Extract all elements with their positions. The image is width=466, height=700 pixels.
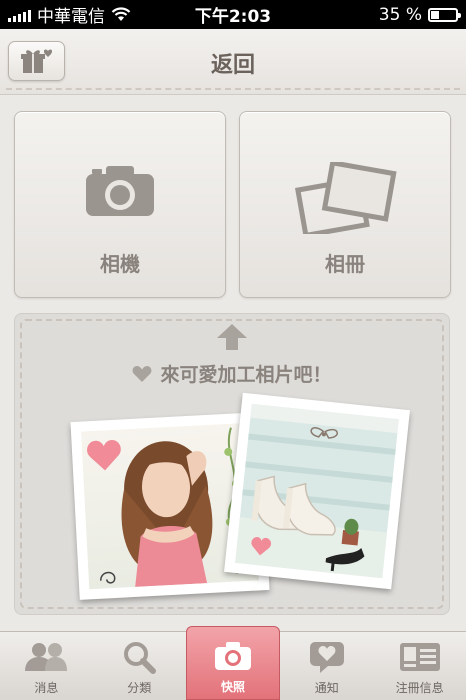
search-icon (122, 639, 157, 675)
up-arrow-icon (217, 324, 247, 350)
camera-label: 相機 (100, 252, 140, 276)
tab-messages[interactable]: 消息 (0, 632, 93, 700)
promo-panel: 來可愛加工相片吧！ (14, 313, 450, 615)
promo-heading: 來可愛加工相片吧！ (15, 360, 449, 387)
signal-icon (8, 8, 31, 22)
wifi-icon (111, 7, 131, 21)
tab-categories[interactable]: 分類 (93, 632, 186, 700)
battery-percent: 35 % (378, 4, 422, 25)
status-left: 中華電信 (8, 2, 131, 27)
tab-bar: 消息 分類 快照 通知 注冊信息 (0, 626, 466, 700)
shoes-image (235, 403, 399, 579)
id-card-icon (398, 639, 442, 675)
battery-fill (431, 10, 440, 19)
battery-icon (428, 7, 461, 22)
carrier-label: 中華電信 (37, 7, 105, 27)
camera-icon (213, 638, 253, 674)
tab-snapshot-label: 快照 (220, 680, 245, 694)
back-button[interactable]: 返回 (0, 47, 466, 79)
people-icon (23, 639, 69, 675)
album-button[interactable]: 相冊 (239, 111, 451, 298)
tab-notifications-label: 通知 (314, 681, 339, 695)
tab-notifications[interactable]: 通知 (280, 632, 373, 700)
tab-categories-label: 分類 (127, 681, 152, 695)
camera-icon (86, 166, 154, 216)
camera-button[interactable]: 相機 (14, 111, 226, 298)
promo-text: 來可愛加工相片吧！ (160, 364, 332, 386)
tab-registration-label: 注冊信息 (395, 681, 444, 695)
status-bar: 中華電信 下午2:03 35 % (0, 0, 466, 29)
tab-snapshot[interactable]: 快照 (185, 626, 281, 700)
tab-messages-label: 消息 (34, 681, 59, 695)
photo-album-icon (295, 162, 397, 234)
speech-heart-icon (308, 639, 346, 675)
heart-icon (133, 365, 152, 382)
status-right: 35 % (378, 4, 461, 25)
album-label: 相冊 (325, 252, 365, 276)
sample-photo-shoes (224, 392, 410, 590)
camera-icon-wrap (15, 162, 225, 218)
album-icon-wrap (240, 162, 450, 234)
nav-bar: 返回 (0, 29, 466, 95)
tab-registration[interactable]: 注冊信息 (373, 632, 466, 700)
